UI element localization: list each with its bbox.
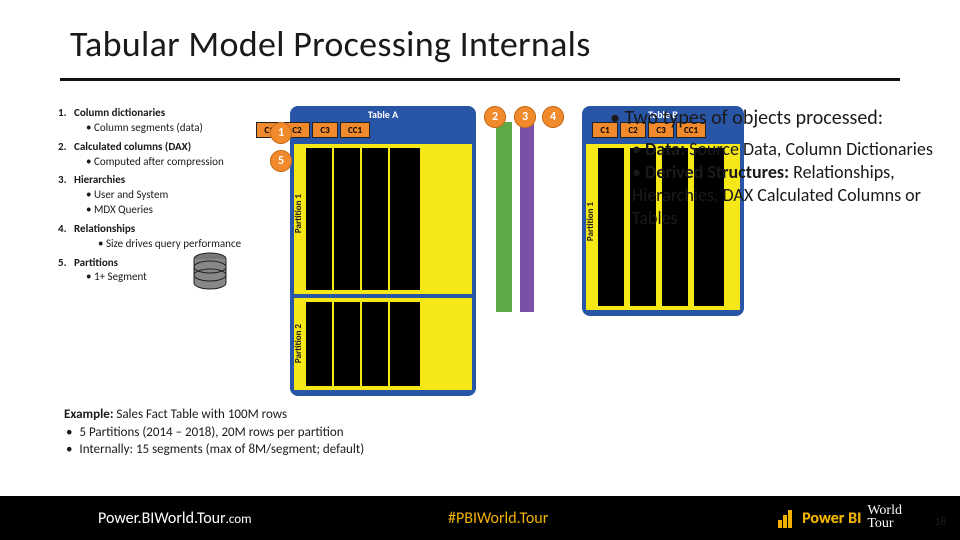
- segment-bar: [306, 148, 332, 290]
- list-subitem: 1+ Segment: [86, 270, 258, 285]
- footer-bar: Power.BIWorld.Tour.com #PBIWorld.Tour Po…: [0, 496, 960, 540]
- segment-bar: [390, 302, 420, 386]
- col-header: CC1: [340, 122, 370, 138]
- slide: Tabular Model Processing Internals 1.Col…: [0, 0, 960, 540]
- segment-bar: [362, 148, 388, 290]
- list-subitem: Column segments (data): [86, 121, 258, 136]
- list-subitem: MDX Queries: [86, 203, 258, 218]
- list-subitem: Size drives query performance: [98, 237, 258, 252]
- callout-1: 1: [270, 122, 292, 144]
- footer-logo-text: Power BI: [802, 509, 861, 528]
- footer-hashtag: #PBIWorld.Tour: [448, 509, 548, 528]
- hierarchy-bar: [496, 122, 512, 312]
- list-item: 4.Relationships Size drives query perfor…: [58, 222, 258, 252]
- database-icon: [190, 252, 230, 296]
- example-text: Example: Sales Fact Table with 100M rows…: [64, 406, 574, 459]
- right-bullets: Two types of objects processed: Data: So…: [610, 106, 950, 230]
- callout-4: 4: [542, 106, 564, 128]
- segment-bar: [390, 148, 420, 290]
- segment-bar: [362, 302, 388, 386]
- footer-logo-subtext: WorldTour: [867, 505, 902, 530]
- right-subbullet: Derived Structures: Relationships, Hiera…: [632, 161, 950, 230]
- list-item: 3.Hierarchies User and SystemMDX Queries: [58, 173, 258, 218]
- slide-title: Tabular Model Processing Internals: [70, 22, 591, 66]
- table-a-partition-2: Partition 2: [294, 298, 472, 390]
- list-item: 2.Calculated columns (DAX) Computed afte…: [58, 140, 258, 170]
- right-bullet: Two types of objects processed: Data: So…: [610, 106, 950, 230]
- footer-logo: Power BI WorldTour: [778, 505, 902, 530]
- example-bullet: Internally: 15 segments (max of 8M/segme…: [78, 441, 574, 459]
- col-header: C3: [312, 122, 338, 138]
- table-a-partition-1: Partition 1: [294, 144, 472, 294]
- footer-site: Power.BIWorld.Tour.com: [98, 509, 252, 528]
- callout-3: 3: [514, 106, 536, 128]
- segment-bar: [334, 148, 360, 290]
- segment-bar: [306, 302, 332, 386]
- list-subitem: Computed after compression: [86, 155, 258, 170]
- callout-5: 5: [270, 150, 292, 172]
- callout-2: 2: [484, 106, 506, 128]
- powerbi-bars-icon: [778, 509, 796, 527]
- list-subitem: User and System: [86, 188, 258, 203]
- right-subbullet: Data: Source Data, Column Dictionaries: [632, 138, 950, 161]
- page-number: 18: [935, 515, 946, 528]
- title-rule: [60, 78, 900, 81]
- relationship-bar: [520, 122, 534, 312]
- segment-bar: [334, 302, 360, 386]
- list-item: 1.Column dictionaries Column segments (d…: [58, 106, 258, 136]
- example-bullet: 5 Partitions (2014 – 2018), 20M rows per…: [78, 424, 574, 442]
